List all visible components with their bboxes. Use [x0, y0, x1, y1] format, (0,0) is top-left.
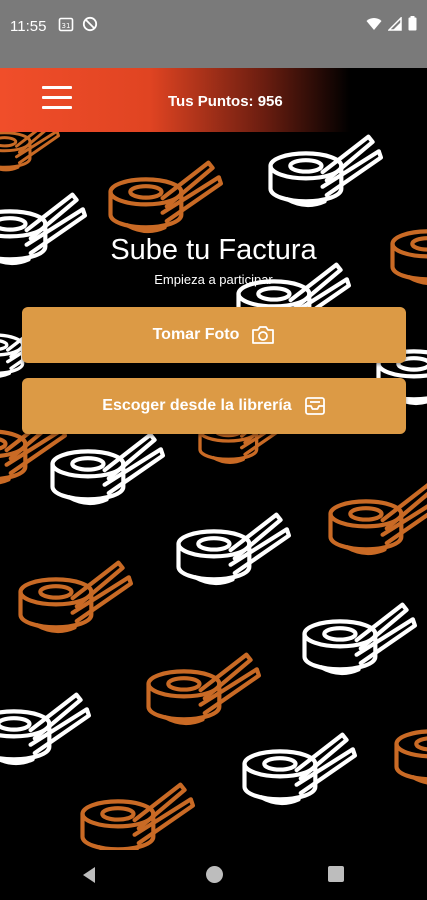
- sushi-chopsticks-icon: [179, 515, 289, 583]
- sushi-chopsticks-icon: [53, 435, 163, 503]
- sushi-chopsticks-icon: [21, 563, 131, 631]
- inbox-tray-icon: [304, 397, 325, 415]
- status-icons-right: [366, 16, 417, 31]
- hamburger-menu-icon[interactable]: [36, 86, 80, 114]
- status-time: 11:55: [10, 18, 47, 35]
- sushi-chopsticks-icon: [245, 735, 355, 803]
- app-bar: Tus Puntos: 956: [0, 68, 427, 132]
- sushi-chopsticks-icon: [271, 137, 381, 205]
- choose-from-library-label: Escoger desde la librería: [102, 397, 292, 414]
- sushi-chopsticks-icon: [0, 132, 60, 172]
- home-icon[interactable]: [206, 866, 223, 883]
- sushi-chopsticks-icon: [397, 715, 427, 783]
- sushi-chopsticks-icon: [0, 695, 89, 763]
- choose-from-library-button[interactable]: Escoger desde la librería: [22, 378, 406, 434]
- signal-icon: [388, 16, 402, 31]
- status-bar: 11:55 31: [0, 0, 427, 68]
- sushi-chopsticks-icon: [331, 485, 427, 553]
- navigation-bar: [0, 850, 427, 900]
- page-subtitle: Empieza a participar: [154, 272, 273, 287]
- do-not-disturb-icon: [82, 16, 98, 32]
- back-icon[interactable]: [80, 865, 98, 885]
- calendar-notification-icon: 31: [58, 17, 74, 32]
- sushi-chopsticks-icon: [111, 163, 221, 231]
- battery-icon: [408, 16, 417, 31]
- sushi-chopsticks-icon: [83, 785, 193, 850]
- camera-icon: [252, 326, 275, 344]
- wifi-icon: [366, 17, 382, 30]
- page-title: Sube tu Factura: [110, 234, 317, 266]
- take-photo-label: Tomar Foto: [152, 326, 240, 343]
- sushi-chopsticks-icon: [305, 605, 415, 673]
- recents-icon[interactable]: [328, 866, 344, 882]
- points-counter: Tus Puntos: 956: [168, 93, 283, 110]
- sushi-chopsticks-icon: [149, 655, 259, 723]
- take-photo-button[interactable]: Tomar Foto: [22, 307, 406, 363]
- status-icons-left: 31: [58, 16, 98, 32]
- svg-text:31: 31: [62, 22, 71, 30]
